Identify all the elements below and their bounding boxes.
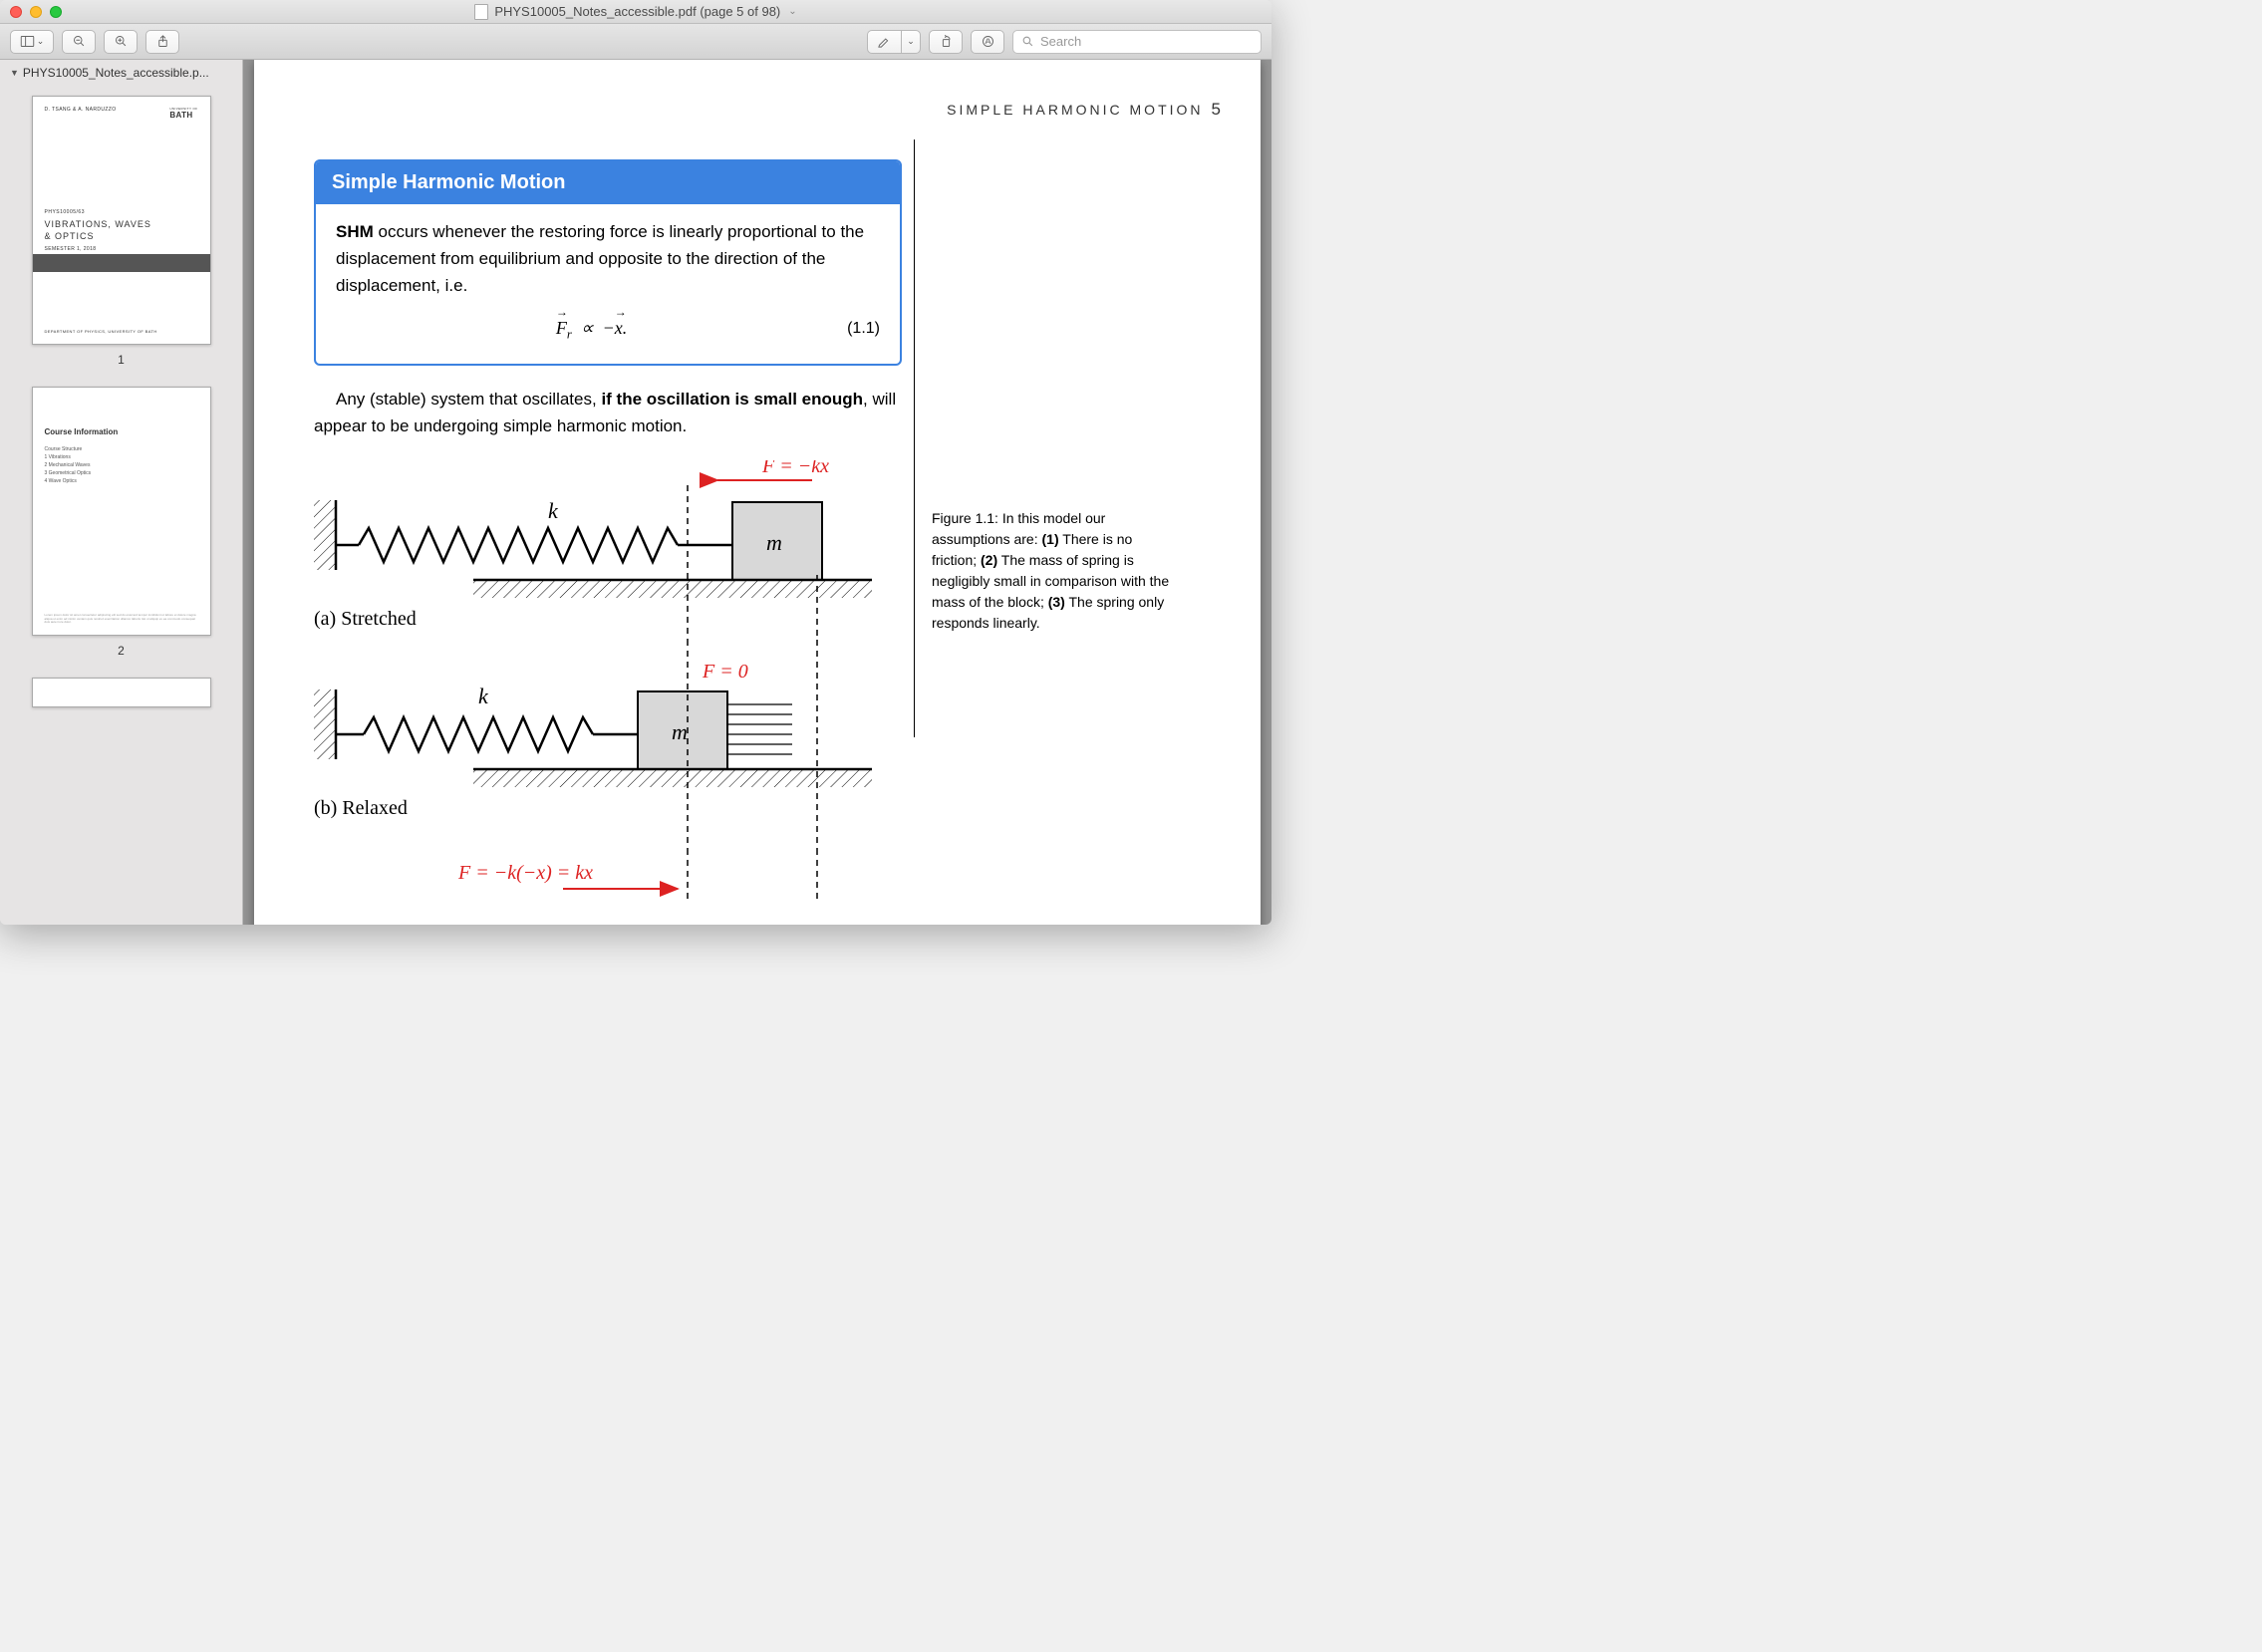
spring-constant-label: k bbox=[548, 498, 559, 523]
rotate-button[interactable] bbox=[929, 30, 963, 54]
force-stretched-label: F = −kx bbox=[761, 460, 829, 477]
preview-window: PHYS10005_Notes_accessible.pdf (page 5 o… bbox=[0, 0, 1272, 925]
disclosure-triangle-icon: ▼ bbox=[10, 68, 19, 78]
toolbar: ⌄ ⌄ Search bbox=[0, 24, 1272, 60]
pen-icon bbox=[877, 34, 892, 49]
equation: Fr ∝ −x. bbox=[336, 314, 847, 345]
page-number: 5 bbox=[1212, 100, 1221, 119]
thumbnail-list[interactable]: D. TSANG & A. NARDUZZO UNIVERSITY OFBATH… bbox=[0, 86, 242, 925]
thumbnail-sidebar: ▼ PHYS10005_Notes_accessible.p... D. TSA… bbox=[0, 60, 243, 925]
thumb-number: 1 bbox=[118, 353, 125, 367]
highlight-menu-button[interactable]: ⌄ bbox=[901, 30, 921, 54]
thumb1-dept: DEPARTMENT OF PHYSICS, UNIVERSITY OF BAT… bbox=[45, 329, 157, 334]
force-relaxed-label: F = 0 bbox=[702, 661, 748, 683]
figure-caption: Figure 1.1: In this model our assumption… bbox=[932, 508, 1181, 634]
window-title: PHYS10005_Notes_accessible.pdf (page 5 o… bbox=[0, 4, 1272, 20]
zoom-in-button[interactable] bbox=[104, 30, 138, 54]
running-head: SIMPLE HARMONIC MOTION5 bbox=[314, 100, 1231, 120]
sidebar-icon bbox=[20, 34, 35, 49]
document-viewport[interactable]: SIMPLE HARMONIC MOTION5 Simple Harmonic … bbox=[243, 60, 1272, 925]
thumb1-uni: BATH bbox=[169, 111, 192, 120]
body-paragraph: Any (stable) system that oscillates, if … bbox=[314, 386, 902, 439]
pdf-page: SIMPLE HARMONIC MOTION5 Simple Harmonic … bbox=[254, 60, 1261, 925]
definition-body: SHM occurs whenever the restoring force … bbox=[316, 204, 900, 364]
chevron-down-icon[interactable]: ⌄ bbox=[788, 6, 796, 17]
mass-label: m bbox=[672, 719, 688, 744]
chevron-down-icon: ⌄ bbox=[37, 36, 45, 47]
definition-box: Simple Harmonic Motion SHM occurs whenev… bbox=[314, 159, 902, 366]
thumbnail-3[interactable] bbox=[0, 678, 242, 707]
thumb-number: 2 bbox=[118, 644, 125, 658]
zoom-out-icon bbox=[72, 34, 87, 49]
markup-icon bbox=[981, 34, 995, 49]
markup-button[interactable] bbox=[971, 30, 1004, 54]
rotate-icon bbox=[939, 34, 954, 49]
zoom-in-icon bbox=[114, 34, 129, 49]
sidebar-header[interactable]: ▼ PHYS10005_Notes_accessible.p... bbox=[0, 60, 242, 86]
document-icon bbox=[474, 4, 488, 20]
search-icon bbox=[1021, 35, 1034, 48]
caption-b: (b) Relaxed bbox=[314, 797, 408, 819]
thumb1-sem: SEMESTER 1, 2018 bbox=[45, 246, 198, 252]
definition-title: Simple Harmonic Motion bbox=[316, 161, 900, 204]
figure-spring-mass: m k F = −kx (a) Stretched bbox=[314, 460, 902, 904]
force-compressed-label: F = −k(−x) = kx bbox=[457, 862, 593, 884]
search-input[interactable]: Search bbox=[1012, 30, 1262, 54]
zoom-out-button[interactable] bbox=[62, 30, 96, 54]
thumb1-title: VIBRATIONS, WAVES & OPTICS bbox=[45, 219, 198, 242]
mass-label: m bbox=[766, 530, 782, 555]
spring-constant-label: k bbox=[478, 684, 489, 708]
share-icon bbox=[155, 34, 170, 49]
thumbnail-1[interactable]: D. TSANG & A. NARDUZZO UNIVERSITY OFBATH… bbox=[0, 96, 242, 367]
chevron-down-icon: ⌄ bbox=[907, 36, 915, 47]
thumb1-code: PHYS10005/63 bbox=[45, 209, 198, 215]
share-button[interactable] bbox=[145, 30, 179, 54]
thumb2-heading: Course Information bbox=[45, 427, 198, 436]
search-placeholder: Search bbox=[1040, 34, 1081, 49]
view-mode-button[interactable]: ⌄ bbox=[10, 30, 54, 54]
highlight-button[interactable] bbox=[867, 30, 901, 54]
titlebar: PHYS10005_Notes_accessible.pdf (page 5 o… bbox=[0, 0, 1272, 24]
sidebar-filename: PHYS10005_Notes_accessible.p... bbox=[23, 66, 209, 80]
equation-number: (1.1) bbox=[847, 316, 880, 342]
thumb1-authors: D. TSANG & A. NARDUZZO bbox=[45, 107, 117, 120]
thumbnail-2[interactable]: Course Information Course Structure 1 Vi… bbox=[0, 387, 242, 658]
caption-a: (a) Stretched bbox=[314, 608, 417, 630]
